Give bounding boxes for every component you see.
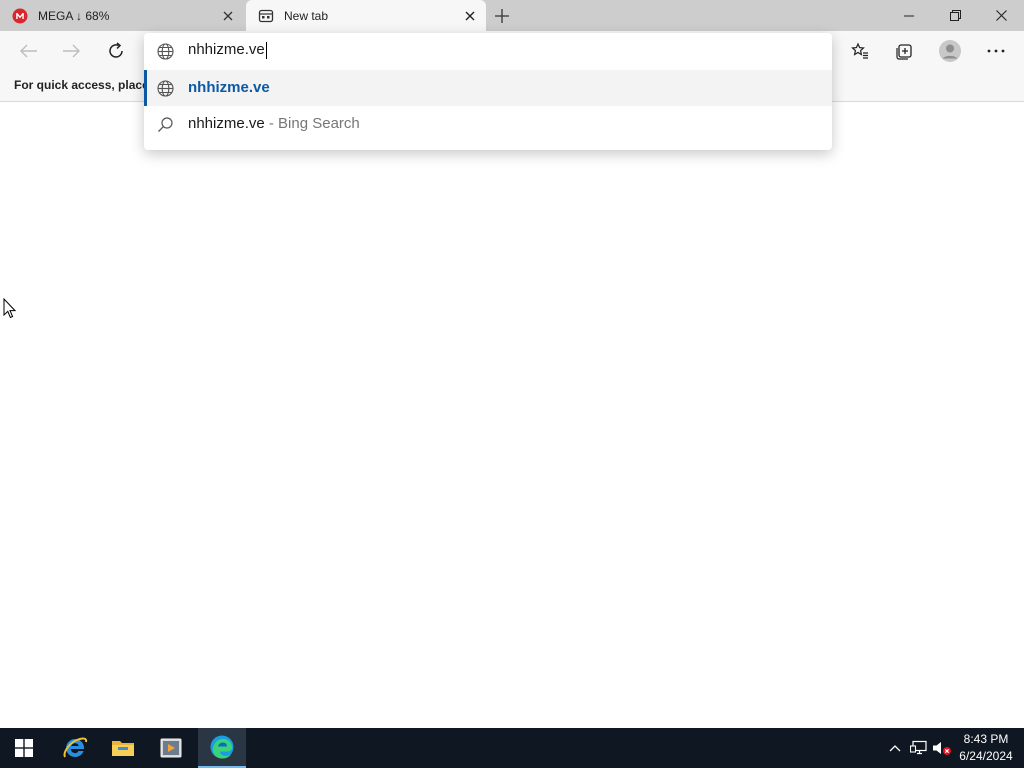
mega-icon bbox=[12, 8, 28, 24]
network-icon[interactable] bbox=[909, 738, 929, 758]
suggestion-url[interactable]: nhhizme.ve bbox=[144, 70, 832, 106]
more-options-icon[interactable] bbox=[981, 36, 1011, 66]
favorites-icon[interactable] bbox=[845, 36, 875, 66]
taskbar-clock[interactable]: 8:43 PM 6/24/2024 bbox=[952, 731, 1020, 765]
profile-avatar[interactable] bbox=[935, 36, 965, 66]
clock-time: 8:43 PM bbox=[963, 732, 1009, 746]
tab-title: MEGA ↓ 68% bbox=[38, 9, 110, 23]
refresh-button[interactable] bbox=[101, 36, 131, 66]
globe-icon bbox=[157, 43, 174, 60]
tab-strip: MEGA ↓ 68% New tab bbox=[0, 0, 1024, 31]
collections-icon[interactable] bbox=[890, 36, 920, 66]
text-caret bbox=[265, 41, 267, 59]
address-input[interactable]: nhhizme.ve bbox=[188, 41, 788, 63]
show-hidden-icons-chevron-icon[interactable] bbox=[885, 738, 905, 758]
address-bar-dropdown: nhhizme.ve nhhizme.ve nhhizme.ve - Bing … bbox=[144, 33, 832, 150]
back-button[interactable] bbox=[14, 36, 44, 66]
address-bar[interactable]: nhhizme.ve bbox=[144, 33, 832, 70]
new-tab-page-icon bbox=[258, 9, 274, 23]
minimize-button[interactable] bbox=[886, 0, 932, 31]
suggestion-query: nhhizme.ve bbox=[188, 115, 265, 132]
mouse-cursor-icon bbox=[3, 298, 16, 319]
tab-title: New tab bbox=[284, 9, 329, 23]
forward-button[interactable] bbox=[56, 36, 86, 66]
globe-icon bbox=[157, 80, 174, 97]
close-tab-icon[interactable] bbox=[460, 6, 480, 26]
close-tab-icon[interactable] bbox=[218, 6, 238, 26]
close-window-button[interactable] bbox=[978, 0, 1024, 31]
address-input-value: nhhizme.ve bbox=[188, 41, 265, 58]
suggestion-text: nhhizme.ve bbox=[188, 79, 270, 96]
file-explorer-icon[interactable] bbox=[99, 728, 147, 768]
clock-date: 6/24/2024 bbox=[959, 749, 1013, 763]
suggestion-text: nhhizme.ve - Bing Search bbox=[188, 115, 360, 132]
start-button[interactable] bbox=[0, 728, 48, 768]
tab-new-tab[interactable]: New tab bbox=[246, 0, 486, 31]
favorites-bar-hint: For quick access, place y bbox=[14, 78, 144, 92]
windows-logo-icon bbox=[15, 739, 33, 757]
taskbar: 8:43 PM 6/24/2024 bbox=[0, 728, 1024, 768]
volume-muted-icon[interactable] bbox=[932, 738, 952, 758]
new-tab-button[interactable] bbox=[490, 4, 514, 28]
suggestion-search[interactable]: nhhizme.ve - Bing Search bbox=[144, 106, 832, 142]
internet-explorer-icon[interactable] bbox=[51, 728, 99, 768]
search-icon bbox=[158, 117, 173, 132]
suggestion-suffix: - Bing Search bbox=[264, 115, 360, 132]
tab-mega[interactable]: MEGA ↓ 68% bbox=[0, 0, 244, 31]
restore-button[interactable] bbox=[932, 0, 978, 31]
edge-taskbar-icon[interactable] bbox=[198, 728, 246, 768]
media-player-icon[interactable] bbox=[147, 728, 195, 768]
